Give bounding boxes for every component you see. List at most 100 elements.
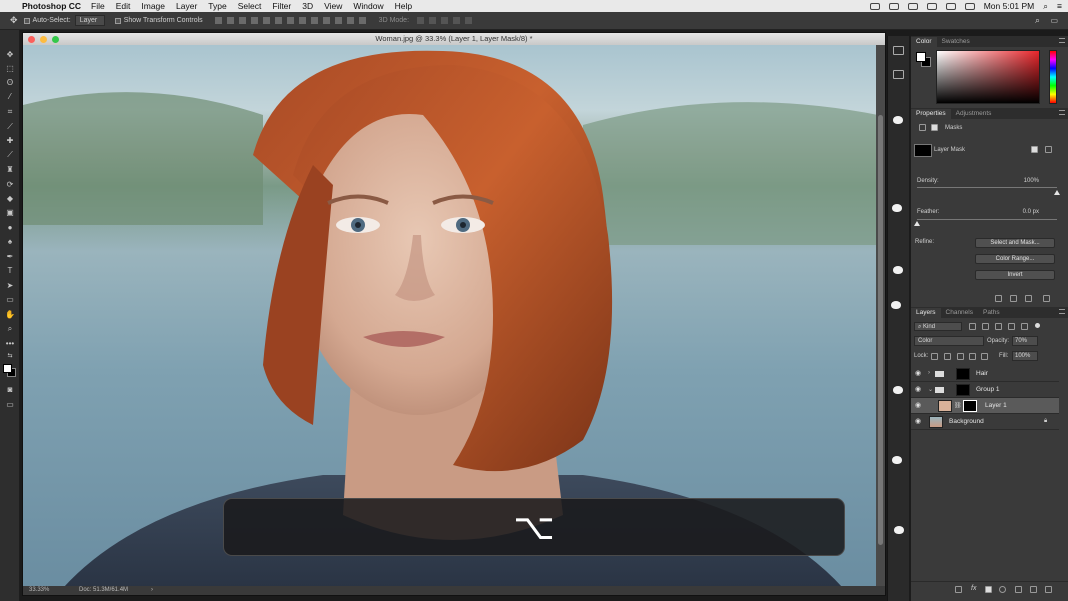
fx-button[interactable]: fx xyxy=(971,585,976,592)
history-panel-icon[interactable] xyxy=(893,46,904,55)
airplay-icon[interactable] xyxy=(926,2,937,10)
3d-roll-icon[interactable] xyxy=(429,17,437,24)
creative-cloud-icon[interactable] xyxy=(888,2,899,10)
menu-select[interactable]: Select xyxy=(238,1,262,11)
layer-name[interactable]: Group 1 xyxy=(976,386,1000,393)
delete-mask-icon[interactable] xyxy=(1043,295,1050,302)
layer-row-layer-1[interactable]: ◉ ⛓ Layer 1 xyxy=(911,398,1059,414)
tab-paths[interactable]: Paths xyxy=(978,308,1005,318)
menu-window[interactable]: Window xyxy=(353,1,383,11)
add-mask-icon[interactable] xyxy=(985,586,992,593)
feather-slider-knob[interactable] xyxy=(914,221,920,226)
gradient-tool-icon[interactable]: ▣ xyxy=(5,208,15,217)
3d-rotate-icon[interactable] xyxy=(417,17,425,24)
distribute-bottom-icon[interactable] xyxy=(310,17,318,24)
quick-mask-icon[interactable]: ◙ xyxy=(5,385,15,394)
visibility-eye-icon[interactable]: ◉ xyxy=(915,386,923,393)
align-left-icon[interactable] xyxy=(250,17,258,24)
visibility-eye-icon[interactable]: ◉ xyxy=(915,370,923,377)
status-menu-arrow-icon[interactable]: › xyxy=(151,586,153,595)
color-range-button[interactable]: Color Range... xyxy=(975,254,1055,264)
properties-panel-icon[interactable] xyxy=(893,70,904,79)
panel-menu-icon[interactable] xyxy=(1059,110,1065,115)
visibility-eye-icon[interactable]: ◉ xyxy=(915,418,923,425)
density-slider[interactable] xyxy=(917,187,1057,188)
filter-adjustment-icon[interactable] xyxy=(982,323,989,330)
disable-mask-eye-icon[interactable] xyxy=(1025,295,1032,302)
distribute-top-icon[interactable] xyxy=(286,17,294,24)
move-tool-icon[interactable]: ✥ xyxy=(10,15,18,26)
mask-thumbnail[interactable] xyxy=(914,144,932,157)
collapse-chevron-icon[interactable]: ⌄ xyxy=(928,386,933,393)
distribute-hcenter-icon[interactable] xyxy=(334,17,342,24)
eyedropper-tool-icon[interactable]: ⟋ xyxy=(5,122,15,131)
menu-view[interactable]: View xyxy=(324,1,342,11)
menu-help[interactable]: Help xyxy=(395,1,412,11)
filter-shape-icon[interactable] xyxy=(1008,323,1015,330)
swap-colors-icon[interactable]: ⇆ xyxy=(5,352,15,361)
background-thumbnail[interactable] xyxy=(929,416,943,428)
delete-layer-icon[interactable] xyxy=(1045,586,1052,593)
lock-artboard-icon[interactable] xyxy=(969,353,976,360)
lock-all-icon[interactable] xyxy=(981,353,988,360)
expand-chevron-icon[interactable]: › xyxy=(928,370,930,376)
workspace-icon[interactable]: ▭ xyxy=(1050,16,1058,25)
align-vcenter-icon[interactable] xyxy=(226,17,234,24)
auto-select-dropdown[interactable]: Layer xyxy=(74,15,105,26)
healing-brush-tool-icon[interactable]: ✚ xyxy=(5,136,15,145)
vertical-scrollbar[interactable] xyxy=(876,45,885,588)
new-group-icon[interactable] xyxy=(1015,586,1022,593)
color-field[interactable] xyxy=(936,50,1040,104)
menu-3d[interactable]: 3D xyxy=(302,1,313,11)
tab-properties[interactable]: Properties xyxy=(911,109,951,119)
type-tool-icon[interactable]: T xyxy=(5,266,15,275)
link-layers-icon[interactable] xyxy=(955,586,962,593)
3d-scale-icon[interactable] xyxy=(465,17,473,24)
panel-menu-icon[interactable] xyxy=(1059,38,1065,43)
menu-type[interactable]: Type xyxy=(208,1,226,11)
apply-mask-icon[interactable] xyxy=(1010,295,1017,302)
filter-smart-object-icon[interactable] xyxy=(1021,323,1028,330)
screen-record-icon[interactable] xyxy=(869,2,880,10)
eraser-tool-icon[interactable]: ◆ xyxy=(5,194,15,203)
notification-center-icon[interactable]: ≡ xyxy=(1057,1,1062,11)
lock-image-icon[interactable] xyxy=(944,353,951,360)
3d-pan-icon[interactable] xyxy=(441,17,449,24)
tab-adjustments[interactable]: Adjustments xyxy=(951,109,997,119)
auto-align-icon[interactable] xyxy=(358,17,366,24)
feather-slider[interactable] xyxy=(917,219,1057,220)
lock-position-icon[interactable] xyxy=(957,353,964,360)
zoom-tool-icon[interactable]: ⌕ xyxy=(5,324,15,333)
layer-filter-dropdown[interactable]: ⌕ Kind xyxy=(914,322,962,331)
align-hcenter-icon[interactable] xyxy=(262,17,270,24)
filter-toggle-icon[interactable] xyxy=(1035,323,1040,328)
spotlight-icon[interactable]: ⌕ xyxy=(1043,1,1048,12)
load-selection-icon[interactable] xyxy=(995,295,1002,302)
new-layer-icon[interactable] xyxy=(1030,586,1037,593)
rectangle-tool-icon[interactable]: ▭ xyxy=(5,295,15,304)
color-fg-swatch[interactable] xyxy=(916,52,926,62)
align-right-icon[interactable] xyxy=(274,17,282,24)
auto-select-checkbox[interactable] xyxy=(23,17,30,24)
menu-filter[interactable]: Filter xyxy=(272,1,291,11)
menu-edit[interactable]: Edit xyxy=(116,1,131,11)
brush-tool-icon[interactable]: ⟋ xyxy=(5,150,15,159)
add-vector-mask-icon[interactable] xyxy=(1045,146,1052,153)
foreground-color-swatch[interactable] xyxy=(3,364,12,373)
distribute-vcenter-icon[interactable] xyxy=(298,17,306,24)
menu-image[interactable]: Image xyxy=(141,1,165,11)
distribute-left-icon[interactable] xyxy=(322,17,330,24)
tab-layers[interactable]: Layers xyxy=(911,308,941,318)
density-slider-knob[interactable] xyxy=(1054,190,1060,195)
distribute-right-icon[interactable] xyxy=(346,17,354,24)
layer-name[interactable]: Layer 1 xyxy=(985,402,1007,409)
crop-tool-icon[interactable]: ⌗ xyxy=(5,107,15,116)
panel-menu-icon[interactable] xyxy=(1059,309,1065,314)
align-bottom-icon[interactable] xyxy=(238,17,246,24)
vertical-scroll-thumb[interactable] xyxy=(878,115,883,545)
tab-channels[interactable]: Channels xyxy=(941,308,978,318)
clone-stamp-tool-icon[interactable]: ♜ xyxy=(5,165,15,174)
menu-file[interactable]: File xyxy=(91,1,105,11)
tab-color[interactable]: Color xyxy=(911,37,937,47)
visibility-eye-icon[interactable]: ◉ xyxy=(915,402,923,409)
